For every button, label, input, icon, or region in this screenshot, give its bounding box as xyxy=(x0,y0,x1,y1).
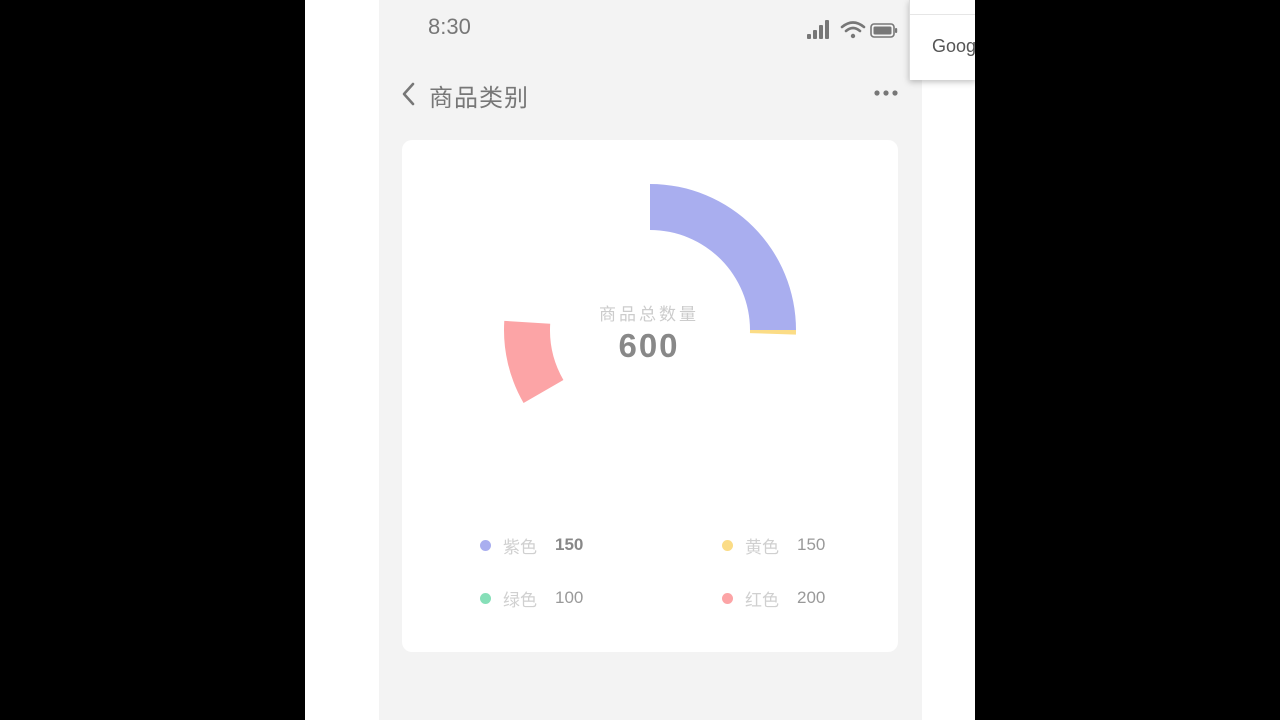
screen-background-right xyxy=(975,0,1280,720)
legend-item-red[interactable]: 红色 200 xyxy=(722,586,826,611)
wifi-icon xyxy=(840,21,866,39)
page-title: 商品类别 xyxy=(429,84,529,112)
legend-value: 150 xyxy=(797,535,826,554)
legend-item-yellow[interactable]: 黄色 150 xyxy=(722,533,826,558)
signal-icon xyxy=(807,20,829,39)
legend-dot xyxy=(480,539,491,551)
legend-name: 紫色 xyxy=(503,537,537,558)
google-text: Goog xyxy=(932,36,976,56)
legend-item-purple[interactable]: 紫色 150 xyxy=(480,533,584,558)
legend-name: 红色 xyxy=(745,590,779,611)
donut-slice-1[interactable] xyxy=(749,330,796,335)
battery-icon xyxy=(870,23,898,38)
legend-value: 200 xyxy=(797,588,826,607)
popup-divider xyxy=(910,14,976,15)
legend-dot xyxy=(722,592,733,604)
chart-center-value: 600 xyxy=(618,327,680,364)
chart-center-label: 商品总数量 xyxy=(599,305,699,325)
legend-value: 150 xyxy=(555,535,584,554)
legend-item-green[interactable]: 绿色 100 xyxy=(480,586,584,611)
legend-name: 绿色 xyxy=(503,590,537,611)
status-icons xyxy=(807,20,898,39)
legend-dot xyxy=(722,539,733,551)
chevron-left-icon[interactable] xyxy=(399,80,419,108)
legend-value: 100 xyxy=(555,588,584,607)
legend-dot xyxy=(480,592,491,604)
more-horizontal-icon[interactable] xyxy=(870,84,902,102)
google-popup[interactable]: Goog xyxy=(909,0,976,80)
status-time: 8:30 xyxy=(428,14,471,39)
legend-name: 黄色 xyxy=(745,537,779,558)
